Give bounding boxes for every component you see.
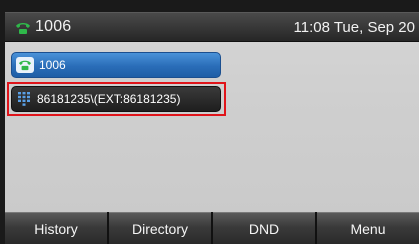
- phone-handset-icon: [16, 23, 30, 34]
- line-key-label: 1006: [39, 58, 66, 72]
- line-key-speed-dial[interactable]: 86181235\(EXT:86181235): [11, 86, 221, 112]
- softkey-history[interactable]: History: [5, 212, 107, 244]
- line-key-1006[interactable]: 1006: [11, 52, 221, 78]
- dialpad-icon: [16, 91, 32, 107]
- phone-screen: 1006 11:08 Tue, Sep 20 1006 86181235\(EX…: [0, 0, 419, 244]
- bezel: [5, 0, 419, 12]
- phone-handset-icon: [16, 57, 34, 73]
- softkey-menu[interactable]: Menu: [317, 212, 419, 244]
- status-bar: 1006 11:08 Tue, Sep 20: [5, 12, 419, 42]
- softkey-dnd[interactable]: DND: [213, 212, 315, 244]
- account-label: 1006: [35, 18, 72, 35]
- softkey-bar: History Directory DND Menu: [5, 212, 419, 244]
- softkey-directory[interactable]: Directory: [109, 212, 211, 244]
- date-time: 11:08 Tue, Sep 20: [293, 19, 416, 36]
- line-key-label: 86181235\(EXT:86181235): [37, 92, 181, 106]
